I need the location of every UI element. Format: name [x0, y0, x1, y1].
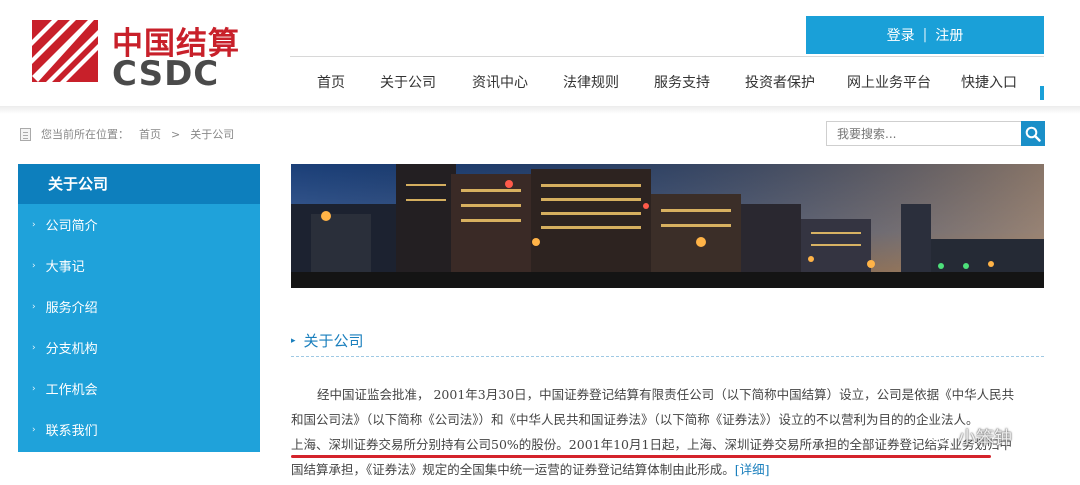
auth-separator: | — [922, 27, 928, 43]
wechat-icon — [930, 428, 954, 446]
sidebar-item-branches[interactable]: › 分支机构 — [18, 327, 260, 368]
sidebar-item-label: 工作机会 — [45, 383, 98, 398]
sidebar-item-services[interactable]: › 服务介绍 — [18, 286, 260, 327]
nav-item-online[interactable]: 网上业务平台 — [832, 66, 946, 98]
document-icon — [20, 127, 31, 141]
breadcrumb-separator: > — [171, 127, 181, 141]
more-link[interactable]: [详细] — [735, 462, 770, 477]
section-title-text: 关于公司 — [303, 332, 364, 350]
city-skyline-illustration — [291, 164, 1044, 288]
chevron-right-icon: › — [32, 342, 36, 353]
content-line-last: 国结算承担，《证券法》规定的全国集中统一运营的证券登记结算体制由此形成。[详细] — [291, 457, 1044, 482]
section-divider — [291, 356, 1044, 357]
sidebar-item-label: 联系我们 — [45, 424, 98, 439]
search-input[interactable] — [826, 121, 1022, 146]
sidebar-title: 关于公司 — [18, 164, 260, 204]
sidebar-item-label: 服务介绍 — [45, 301, 98, 316]
search-button[interactable] — [1021, 121, 1045, 146]
sidebar-item-label: 公司简介 — [45, 219, 98, 234]
sidebar-item-label: 分支机构 — [45, 342, 98, 357]
content-line-text: 国结算承担，《证券法》规定的全国集中统一运营的证券登记结算体制由此形成。 — [291, 462, 735, 477]
logo-en-text: CSDC — [112, 54, 220, 94]
register-link[interactable]: 注册 — [935, 25, 963, 45]
auth-bar: 登录 | 注册 — [806, 16, 1044, 54]
nav-item-investor[interactable]: 投资者保护 — [728, 66, 832, 98]
main-nav: 首页 关于公司 资讯中心 法律规则 服务支持 投资者保护 网上业务平台 快捷入口 — [300, 66, 1032, 112]
chevron-right-icon: › — [32, 383, 36, 394]
banner-image — [291, 164, 1044, 288]
watermark-text: 小笨钟 — [958, 428, 1012, 449]
search-icon — [1025, 126, 1041, 142]
content-line: 经中国证监会批准， 2001年3月30日，中国证券登记结算有限责任公司（以下简称… — [317, 387, 1015, 402]
triangle-right-icon: ▸ — [291, 335, 296, 346]
csdc-logo-icon — [32, 20, 98, 82]
nav-item-law[interactable]: 法律规则 — [546, 66, 636, 98]
red-underline-annotation — [291, 455, 991, 458]
sidebar-item-contact[interactable]: › 联系我们 — [18, 409, 260, 450]
sidebar-item-milestones[interactable]: › 大事记 — [18, 245, 260, 286]
nav-item-service[interactable]: 服务支持 — [636, 66, 728, 98]
nav-item-about[interactable]: 关于公司 — [362, 66, 454, 112]
nav-item-home[interactable]: 首页 — [300, 66, 362, 98]
breadcrumb: 您当前所在位置： 首页 > 关于公司 — [20, 126, 234, 142]
nav-item-news[interactable]: 资讯中心 — [454, 66, 546, 98]
sidebar: 关于公司 › 公司简介 › 大事记 › 服务介绍 › 分支机构 › 工作机会 › 联系我们 — [18, 164, 260, 452]
sidebar-item-careers[interactable]: › 工作机会 — [18, 368, 260, 409]
breadcrumb-prefix: 您当前所在位置： — [41, 128, 129, 141]
sidebar-item-profile[interactable]: › 公司简介 — [18, 204, 260, 245]
chevron-right-icon: › — [32, 219, 36, 230]
sidebar-item-label: 大事记 — [45, 260, 85, 275]
watermark: 小笨钟 — [930, 424, 1012, 450]
nav-scroll-indicator — [1040, 86, 1044, 100]
logo[interactable]: 中国结算 CSDC — [32, 18, 242, 94]
nav-divider — [290, 56, 1044, 57]
chevron-right-icon: › — [32, 301, 36, 312]
chevron-right-icon: › — [32, 424, 36, 435]
nav-item-shortcut[interactable]: 快捷入口 — [946, 66, 1032, 98]
section-title: ▸ 关于公司 — [291, 330, 364, 351]
chevron-right-icon: › — [32, 260, 36, 271]
login-link[interactable]: 登录 — [887, 25, 915, 45]
breadcrumb-home[interactable]: 首页 — [139, 126, 161, 142]
header-shadow — [0, 106, 1080, 114]
breadcrumb-current: 关于公司 — [190, 128, 235, 141]
